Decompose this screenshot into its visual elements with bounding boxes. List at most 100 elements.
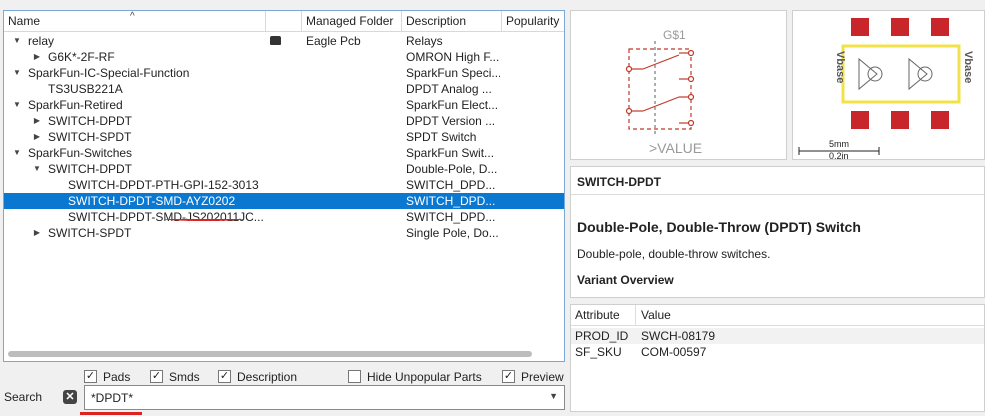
tree-row-managed <box>306 49 400 65</box>
scale-mm-label: 5mm <box>829 139 849 149</box>
smds-label: Smds <box>169 370 200 384</box>
tree-row-name: relay <box>28 34 55 48</box>
tree-row-name: SWITCH-DPDT-PTH-GPI-152-3013 <box>68 178 259 192</box>
variant-overview-heading: Variant Overview <box>577 273 674 287</box>
expand-arrow-icon[interactable]: ▶ <box>32 49 42 65</box>
tree-row[interactable]: SWITCH-DPDT-SMD-AYZ0202 SWITCH_DPD... <box>4 193 564 209</box>
symbol-preview: G$1 >VALUE <box>570 10 787 160</box>
hide-unpopular-label: Hide Unpopular Parts <box>367 370 482 384</box>
column-header-icon[interactable] <box>266 11 302 32</box>
expand-arrow-icon[interactable]: ▶ <box>32 129 42 145</box>
attributes-header: Attribute Value <box>571 305 984 326</box>
tree-row[interactable]: ▼ SparkFun-IC-Special-Function SparkFun Sp… <box>4 65 564 81</box>
attributes-panel: Attribute Value PROD_ID SWCH-08179 SF_SK… <box>570 304 985 412</box>
device-description-text: Double-pole, double-throw switches. <box>577 247 771 261</box>
search-input[interactable] <box>91 390 541 406</box>
column-header-description[interactable]: Description <box>402 11 502 32</box>
tree-row-description: Relays <box>406 34 443 48</box>
tree-row[interactable]: ▶ SWITCH-DPDT DPDT Version ... <box>4 113 564 129</box>
hide-unpopular-box <box>348 370 361 383</box>
column-header-description-label: Description <box>406 14 467 28</box>
column-header-managed[interactable]: Managed Folder <box>302 11 402 32</box>
library-tree[interactable]: Name ^ Managed Folder Description Popula… <box>3 10 565 362</box>
tree-row[interactable]: TS3USB221A DPDT Analog ... <box>4 81 564 97</box>
preview-label: Preview <box>521 370 564 384</box>
attribute-value: SWCH-08179 <box>641 329 716 343</box>
horizontal-scrollbar[interactable] <box>8 351 532 357</box>
tree-row-managed: Eagle Pcb <box>306 34 361 48</box>
attribute-name: PROD_ID <box>575 329 629 343</box>
tree-row-description: DPDT Analog ... <box>406 82 492 96</box>
tree-row-description: SWITCH_DPD... <box>406 194 496 208</box>
description-divider <box>571 194 984 195</box>
attribute-row[interactable]: PROD_ID SWCH-08179 <box>571 328 984 344</box>
scale-in-label: 0.2in <box>829 151 849 159</box>
collapse-arrow-icon[interactable]: ▼ <box>32 161 42 177</box>
clear-search-icon[interactable]: ✕ <box>63 390 77 404</box>
tree-row[interactable]: ▶ G6K*-2F-RF OMRON High F... <box>4 49 564 65</box>
tree-row-managed <box>306 129 400 145</box>
symbol-value-label: >VALUE <box>649 140 702 156</box>
tree-row[interactable]: ▶ SWITCH-SPDT Single Pole, Do... <box>4 225 564 241</box>
package-right-label: Vbase <box>962 51 974 83</box>
tree-row-managed <box>306 209 400 225</box>
collapse-arrow-icon[interactable]: ▼ <box>12 97 22 113</box>
smds-check-icon: ✓ <box>150 370 163 383</box>
tree-row[interactable]: ▼ relay Eagle Pcb Relays <box>4 33 564 49</box>
tree-row-name: G6K*-2F-RF <box>48 50 115 64</box>
tree-row-managed <box>306 177 400 193</box>
tree-row-managed <box>306 81 400 97</box>
tree-row-description: OMRON High F... <box>406 50 500 64</box>
tree-row-name: SparkFun-Switches <box>28 146 133 160</box>
tree-row[interactable]: ▼ SparkFun-Switches SparkFun Swit... <box>4 145 564 161</box>
column-header-popularity-label: Popularity <box>506 14 560 28</box>
tree-row-name: SWITCH-DPDT-SMD-AYZ0202 <box>68 194 236 208</box>
expand-arrow-icon[interactable]: ▶ <box>32 225 42 241</box>
tree-row-managed <box>306 161 400 177</box>
description-check-icon: ✓ <box>218 370 231 383</box>
attribute-value: COM-00597 <box>641 345 707 359</box>
column-header-popularity[interactable]: Popularity <box>502 11 564 32</box>
attribute-column-header[interactable]: Attribute <box>575 305 620 326</box>
tree-row[interactable]: SWITCH-DPDT-PTH-GPI-152-3013 SWITCH_DPD..… <box>4 177 564 193</box>
column-header-name[interactable]: Name ^ <box>4 11 266 32</box>
expand-arrow-icon[interactable]: ▶ <box>32 113 42 129</box>
tree-row[interactable]: ▼ SparkFun-Retired SparkFun Elect... <box>4 97 564 113</box>
collapse-arrow-icon[interactable]: ▼ <box>12 65 22 81</box>
collapse-arrow-icon[interactable]: ▼ <box>12 145 22 161</box>
tree-row-name: SWITCH-DPDT <box>48 162 132 176</box>
tree-row-name: TS3USB221A <box>48 82 123 96</box>
pads-check-icon: ✓ <box>84 370 97 383</box>
attribute-name: SF_SKU <box>575 345 622 359</box>
symbol-name-label: G$1 <box>663 28 686 42</box>
attribute-row[interactable]: SF_SKU COM-00597 <box>571 344 984 360</box>
tree-row-description: SparkFun Speci... <box>406 66 500 80</box>
package-left-label: Vbase <box>834 51 846 83</box>
tree-row-managed <box>306 113 400 129</box>
tree-row-description: SWITCH_DPD... <box>406 178 496 192</box>
tree-row[interactable]: ▶ SWITCH-SPDT SPDT Switch <box>4 129 564 145</box>
preview-check-icon: ✓ <box>502 370 515 383</box>
tree-row-name: SWITCH-SPDT <box>48 130 132 144</box>
collapse-arrow-icon[interactable]: ▼ <box>12 33 22 49</box>
value-column-header[interactable]: Value <box>641 305 671 326</box>
device-title: SWITCH-DPDT <box>577 175 661 189</box>
sort-ascending-icon: ^ <box>130 11 135 22</box>
tree-row-description: DPDT Version ... <box>406 114 496 128</box>
tree-row[interactable]: SWITCH-DPDT-SMD-JS202011JC... SWITCH_DPD.… <box>4 209 564 225</box>
pads-label: Pads <box>103 370 131 384</box>
annotation-mark <box>80 412 142 415</box>
search-history-dropdown-icon[interactable]: ▼ <box>549 391 558 401</box>
device-heading: Double-Pole, Double-Throw (DPDT) Switch <box>577 219 861 235</box>
search-field[interactable]: ▼ <box>84 385 565 410</box>
tree-row-description: SPDT Switch <box>406 130 477 144</box>
tree-row-managed <box>306 65 400 81</box>
tree-row-name: SparkFun-IC-Special-Function <box>28 66 190 80</box>
tree-row-description: Double-Pole, D... <box>406 162 498 176</box>
tree-row-name: SparkFun-Retired <box>28 98 123 112</box>
column-header-managed-label: Managed Folder <box>306 14 394 28</box>
description-label: Description <box>237 370 298 384</box>
tree-row[interactable]: ▼ SWITCH-DPDT Double-Pole, D... <box>4 161 564 177</box>
tree-row-name: SWITCH-DPDT <box>48 114 132 128</box>
package-footprint-graphic: Vbase Vbase 5mm 0.2in <box>798 18 974 161</box>
